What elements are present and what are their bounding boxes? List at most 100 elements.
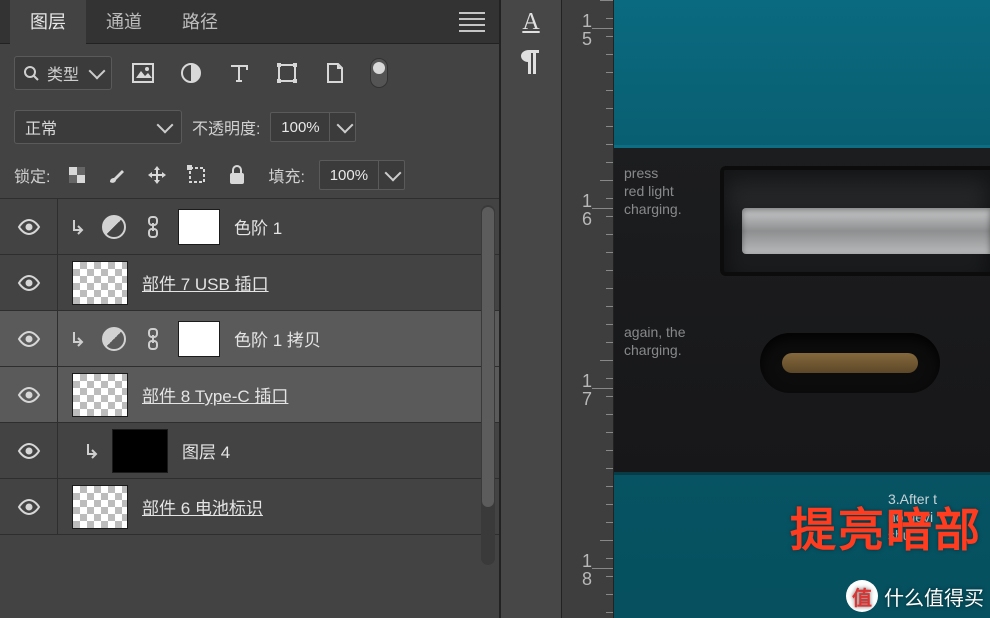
filter-toggle[interactable] bbox=[370, 58, 388, 88]
layer-thumbnail[interactable] bbox=[72, 261, 128, 305]
opacity-field[interactable]: 100% bbox=[270, 112, 330, 142]
filter-type-text-icon[interactable] bbox=[226, 60, 252, 86]
device-label-text-1: press red light charging. bbox=[624, 164, 714, 218]
chevron-down-icon bbox=[89, 63, 106, 80]
layer-row[interactable]: 色阶 1 bbox=[0, 199, 499, 255]
visibility-eye-icon[interactable] bbox=[0, 367, 58, 422]
ruler-tick bbox=[606, 54, 614, 55]
usb-c-port bbox=[760, 333, 940, 393]
tab-channels[interactable]: 通道 bbox=[86, 0, 162, 44]
layer-row[interactable]: 色阶 1 拷贝 bbox=[0, 311, 499, 367]
watermark-text: 什么值得买 bbox=[884, 582, 984, 611]
clip-indicator-icon bbox=[58, 330, 98, 348]
lock-artboard-icon[interactable] bbox=[184, 162, 210, 188]
tab-layers[interactable]: 图层 bbox=[10, 0, 86, 44]
lock-position-icon[interactable] bbox=[144, 162, 170, 188]
document-canvas[interactable]: press red light charging. again, the cha… bbox=[614, 0, 990, 618]
type-tool-options: A bbox=[500, 0, 562, 618]
ruler-tick bbox=[606, 18, 614, 19]
ruler-number: 6 bbox=[566, 210, 592, 228]
usb-a-port bbox=[720, 166, 990, 276]
pilcrow-icon[interactable] bbox=[508, 42, 554, 82]
chevron-down-icon bbox=[385, 165, 402, 182]
ruler-tick bbox=[606, 504, 614, 505]
layer-row[interactable]: 部件 6 电池标识 bbox=[0, 479, 499, 535]
ruler-number: 7 bbox=[566, 390, 592, 408]
ruler-number: 1 bbox=[566, 12, 592, 30]
layer-thumbnail[interactable] bbox=[112, 429, 168, 473]
filter-adjustment-icon[interactable] bbox=[178, 60, 204, 86]
ruler-tick bbox=[606, 612, 614, 613]
fill-stepper[interactable] bbox=[379, 160, 405, 190]
visibility-eye-icon[interactable] bbox=[0, 255, 58, 310]
fill-label: 填充: bbox=[268, 163, 304, 187]
layer-name[interactable]: 色阶 1 拷贝 bbox=[234, 326, 321, 351]
filter-smartobject-icon[interactable] bbox=[322, 60, 348, 86]
lock-row: 锁定: 填充: 100% bbox=[0, 152, 499, 199]
layer-name[interactable]: 色阶 1 bbox=[234, 214, 282, 239]
filter-type-dropdown[interactable]: 类型 bbox=[14, 56, 112, 90]
ruler-tick bbox=[606, 288, 614, 289]
adjustment-levels-icon bbox=[102, 215, 126, 239]
layers-scroll-thumb[interactable] bbox=[482, 207, 494, 507]
ruler-tick bbox=[606, 486, 614, 487]
ruler-tick bbox=[600, 540, 614, 541]
layer-row[interactable]: 部件 7 USB 插口 bbox=[0, 255, 499, 311]
adjustment-levels-icon bbox=[102, 327, 126, 351]
clip-indicator-icon bbox=[72, 442, 112, 460]
layer-row[interactable]: 图层 4 bbox=[0, 423, 499, 479]
layer-mask-thumbnail[interactable] bbox=[178, 321, 220, 357]
ruler-major-tick bbox=[592, 388, 614, 389]
layers-panel: 图层 通道 路径 类型 bbox=[0, 0, 500, 618]
layer-name[interactable]: 部件 7 USB 插口 bbox=[142, 270, 269, 295]
ruler-tick bbox=[606, 414, 614, 415]
chevron-down-icon bbox=[157, 117, 174, 134]
ruler-tick bbox=[606, 378, 614, 379]
ruler-tick bbox=[606, 324, 614, 325]
layer-mask-thumbnail[interactable] bbox=[178, 209, 220, 245]
filter-shape-icon[interactable] bbox=[274, 60, 300, 86]
annotation-text: 提亮暗部 bbox=[790, 494, 982, 560]
clip-indicator-icon bbox=[58, 218, 98, 236]
ruler-tick bbox=[606, 396, 614, 397]
ruler-tick bbox=[606, 90, 614, 91]
layer-thumbnail[interactable] bbox=[72, 373, 128, 417]
tab-paths[interactable]: 路径 bbox=[162, 0, 238, 44]
lock-transparency-icon[interactable] bbox=[64, 162, 90, 188]
uppercase-a-tool-icon[interactable]: A bbox=[508, 2, 554, 42]
layer-name[interactable]: 图层 4 bbox=[182, 438, 230, 463]
filter-pixel-icon[interactable] bbox=[130, 60, 156, 86]
visibility-eye-icon[interactable] bbox=[0, 479, 58, 534]
panel-menu-icon[interactable] bbox=[459, 9, 485, 35]
layer-name[interactable]: 部件 8 Type-C 插口 bbox=[142, 382, 288, 407]
lock-label: 锁定: bbox=[14, 163, 50, 187]
device-port-panel: press red light charging. again, the cha… bbox=[614, 145, 990, 475]
ruler-tick bbox=[606, 558, 614, 559]
ruler-tick bbox=[606, 126, 614, 127]
visibility-eye-icon[interactable] bbox=[0, 423, 58, 478]
layers-scrollbar[interactable] bbox=[481, 205, 495, 565]
ruler-number: 1 bbox=[566, 192, 592, 210]
ruler-tick bbox=[606, 522, 614, 523]
visibility-eye-icon[interactable] bbox=[0, 311, 58, 366]
opacity-stepper[interactable] bbox=[330, 112, 356, 142]
usb-c-slot bbox=[782, 353, 918, 373]
blend-mode-dropdown[interactable]: 正常 bbox=[14, 110, 182, 144]
visibility-eye-icon[interactable] bbox=[0, 199, 58, 254]
ruler-tick bbox=[606, 468, 614, 469]
device-label-text-2: again, the charging. bbox=[624, 323, 714, 359]
ruler-major-tick bbox=[592, 28, 614, 29]
layer-row[interactable]: 部件 8 Type-C 插口 bbox=[0, 367, 499, 423]
ruler-tick bbox=[606, 432, 614, 433]
chevron-down-icon bbox=[336, 117, 353, 134]
lock-all-icon[interactable] bbox=[224, 162, 250, 188]
fill-field[interactable]: 100% bbox=[319, 160, 379, 190]
layer-thumbnail[interactable] bbox=[72, 485, 128, 529]
layer-mask-link-icon[interactable] bbox=[140, 326, 166, 352]
lock-brush-icon[interactable] bbox=[104, 162, 130, 188]
layer-name[interactable]: 部件 6 电池标识 bbox=[142, 494, 263, 519]
ruler-major-tick bbox=[592, 208, 614, 209]
vertical-ruler[interactable]: 15161718 bbox=[562, 0, 614, 618]
filter-type-label: 类型 bbox=[47, 61, 79, 85]
layer-mask-link-icon[interactable] bbox=[140, 214, 166, 240]
